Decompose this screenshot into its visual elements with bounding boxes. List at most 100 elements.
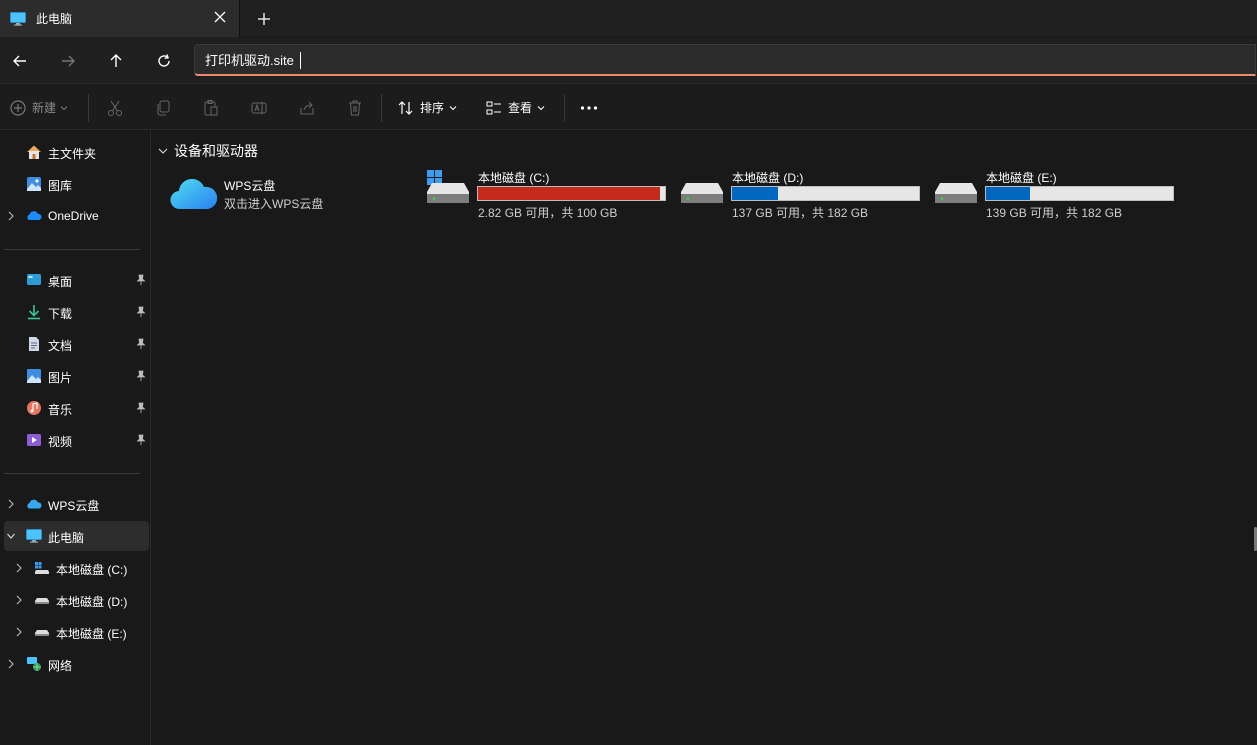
separator [381, 94, 382, 122]
drive-c-icon [427, 170, 469, 203]
pin-icon[interactable] [135, 434, 147, 446]
copy-icon [157, 100, 170, 115]
drive-tile-c[interactable]: 本地磁盘 (C:) 2.82 GB 可用，共 100 GB [426, 169, 668, 221]
sidebar-item-downloads[interactable]: 下载 [4, 297, 149, 327]
this-pc-icon [10, 11, 26, 26]
arrow-left-icon [13, 55, 26, 67]
rename-icon [251, 101, 267, 114]
network-icon [27, 657, 41, 671]
divider [4, 249, 140, 250]
sidebar-item-onedrive[interactable]: OneDrive [4, 201, 149, 231]
sidebar-item-label: 文档 [48, 339, 73, 353]
chevron-right-icon[interactable] [14, 626, 24, 638]
sidebar-item-videos[interactable]: 视频 [4, 425, 149, 455]
sidebar-item-desktop[interactable]: 桌面 [4, 265, 149, 295]
scissors-icon [108, 100, 122, 116]
chevron-right-icon[interactable] [6, 658, 16, 670]
address-bar[interactable] [194, 44, 1256, 76]
refresh-button[interactable] [152, 49, 176, 73]
view-button[interactable]: 查看 [486, 85, 545, 130]
new-button[interactable]: 新建 [10, 85, 68, 130]
sidebar-item-label: OneDrive [48, 209, 99, 223]
sidebar-item-label: 网络 [48, 659, 73, 673]
share-icon [300, 101, 314, 114]
drive-tile-d[interactable]: 本地磁盘 (D:) 137 GB 可用，共 182 GB [680, 169, 922, 221]
this-pc-icon [26, 529, 42, 543]
copy-button[interactable] [154, 85, 172, 130]
drive-icon [935, 183, 977, 203]
sidebar-item-wps-cloud[interactable]: WPS云盘 [4, 489, 149, 519]
chevron-down-icon [449, 105, 457, 110]
add-circle-icon [10, 99, 26, 116]
sidebar-item-label: 主文件夹 [48, 147, 97, 161]
more-button[interactable] [580, 85, 598, 130]
document-icon [29, 337, 39, 351]
sidebar-item-label: 图片 [48, 371, 73, 385]
refresh-icon [158, 54, 170, 67]
sidebar-item-label: 桌面 [48, 275, 73, 289]
drive-icon [681, 183, 723, 203]
sort-button[interactable]: 排序 [398, 85, 457, 130]
address-input[interactable] [205, 52, 1105, 67]
pin-icon[interactable] [135, 306, 147, 318]
drive-usage-bar [477, 186, 666, 201]
rename-button[interactable] [250, 85, 268, 130]
chevron-down-icon [60, 105, 68, 110]
back-button[interactable] [8, 49, 32, 73]
view-icon [486, 101, 501, 114]
sidebar-item-drive-d[interactable]: 本地磁盘 (D:) [4, 585, 149, 615]
pin-icon[interactable] [135, 370, 147, 382]
chevron-right-icon[interactable] [6, 210, 16, 222]
sidebar-item-home[interactable]: 主文件夹 [4, 137, 149, 167]
group-header-devices[interactable]: 设备和驱动器 [158, 141, 258, 161]
command-bar: 新建 排序 查看 [0, 85, 1257, 130]
new-tab-icon[interactable] [256, 11, 272, 27]
sidebar-item-drive-c[interactable]: 本地磁盘 (C:) [4, 553, 149, 583]
chevron-down-icon[interactable] [6, 530, 16, 542]
arrow-right-icon [62, 55, 75, 67]
chevron-right-icon[interactable] [14, 594, 24, 606]
sort-icon [398, 100, 413, 115]
chevron-right-icon[interactable] [6, 498, 16, 510]
tab-this-pc[interactable]: 此电脑 [0, 0, 240, 37]
sidebar-item-this-pc[interactable]: 此电脑 [4, 521, 149, 551]
view-label: 查看 [508, 101, 533, 115]
close-icon[interactable] [213, 10, 227, 24]
drive-usage-fill [986, 187, 1031, 200]
drive-info: 139 GB 可用，共 182 GB [986, 206, 1123, 220]
sidebar-item-pictures[interactable]: 图片 [4, 361, 149, 391]
wps-cloud-tile[interactable]: WPS云盘 双击进入WPS云盘 [170, 171, 420, 219]
cut-button[interactable] [106, 85, 124, 130]
chevron-right-icon[interactable] [14, 562, 24, 574]
more-icon [580, 105, 598, 110]
wps-cloud-icon [170, 178, 218, 210]
pin-icon[interactable] [135, 274, 147, 286]
video-icon [27, 434, 41, 446]
sidebar-item-documents[interactable]: 文档 [4, 329, 149, 359]
wps-subtitle: 双击进入WPS云盘 [224, 197, 324, 211]
pin-icon[interactable] [135, 338, 147, 350]
sidebar-item-label: 视频 [48, 435, 73, 449]
sidebar-item-network[interactable]: 网络 [4, 649, 149, 679]
pin-icon[interactable] [135, 402, 147, 414]
text-caret [300, 52, 301, 69]
drive-tile-e[interactable]: 本地磁盘 (E:) 139 GB 可用，共 182 GB [934, 169, 1176, 221]
onedrive-icon [27, 211, 42, 220]
paste-button[interactable] [202, 85, 220, 130]
sidebar-item-label: 本地磁盘 (D:) [56, 595, 128, 609]
drive-name: 本地磁盘 (E:) [986, 171, 1057, 185]
up-button[interactable] [104, 49, 128, 73]
forward-button[interactable] [56, 49, 80, 73]
arrow-up-icon [110, 54, 122, 67]
group-title: 设备和驱动器 [174, 143, 258, 159]
sidebar-item-gallery[interactable]: 图库 [4, 169, 149, 199]
share-button[interactable] [298, 85, 316, 130]
sidebar-item-drive-e[interactable]: 本地磁盘 (E:) [4, 617, 149, 647]
delete-button[interactable] [346, 85, 364, 130]
sidebar-item-music[interactable]: 音乐 [4, 393, 149, 423]
navigation-pane: 主文件夹 图库 OneDrive 桌面 下载 文档 图片 音乐 视频 WPS云盘… [0, 131, 151, 745]
tab-title: 此电脑 [36, 12, 73, 26]
separator [564, 94, 565, 122]
sidebar-item-label: WPS云盘 [48, 499, 100, 513]
wps-name: WPS云盘 [224, 179, 276, 193]
